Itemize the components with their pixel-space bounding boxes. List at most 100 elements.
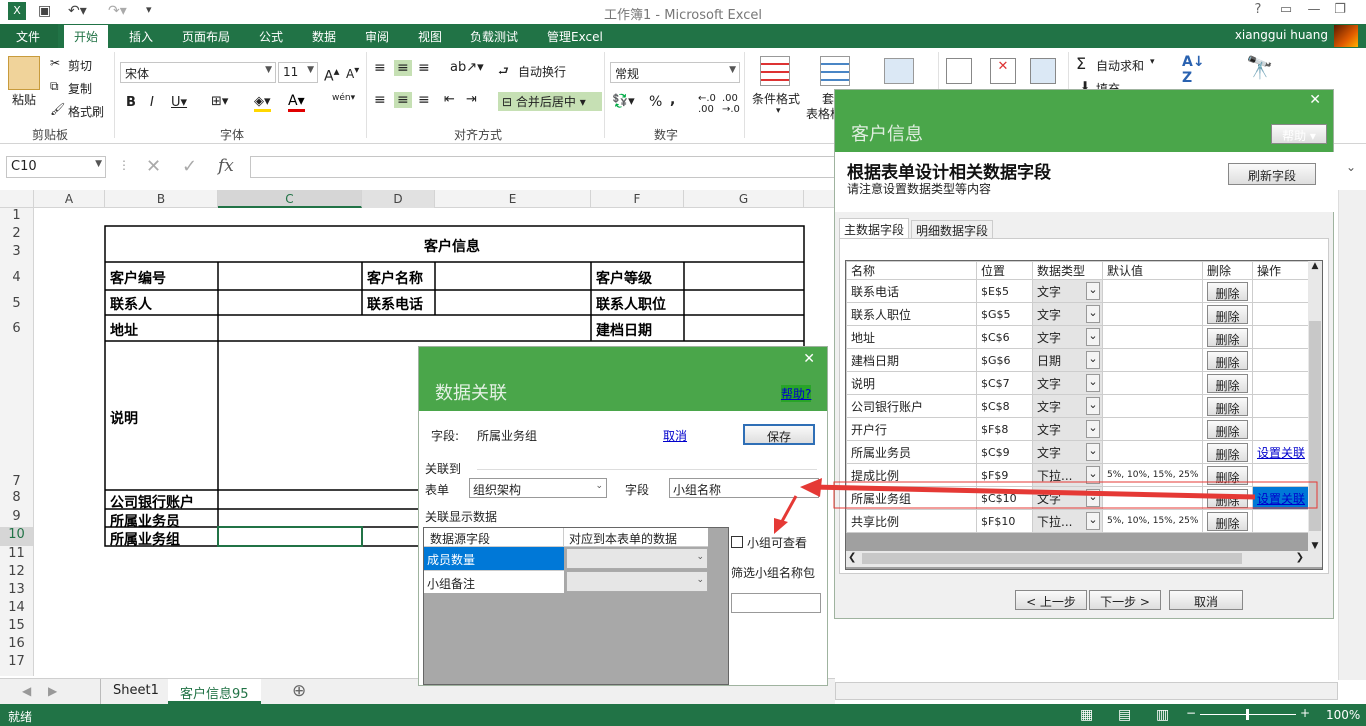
expand-formula-icon[interactable]: ⌄ <box>1346 160 1356 174</box>
chevron-down-icon[interactable]: ⌄ <box>1086 420 1100 438</box>
field-delete-cell[interactable]: 删除 <box>1202 302 1253 326</box>
target-select[interactable]: ⌄ <box>566 571 708 592</box>
source-field-row[interactable]: 小组备注 <box>424 570 564 593</box>
field-position-cell[interactable]: $C$8 <box>976 394 1033 418</box>
field-type-select[interactable]: 文字 ⌄ <box>1032 486 1103 510</box>
form-select[interactable]: 组织架构 ⌄ <box>469 478 607 498</box>
cell-label[interactable]: 地址 <box>110 320 138 340</box>
set-relation-link[interactable]: 设置关联 <box>1252 486 1309 510</box>
set-relation-link[interactable] <box>1252 302 1309 326</box>
column-header-target[interactable]: 对应到本表单的数据 <box>564 528 708 547</box>
set-relation-link[interactable] <box>1252 279 1309 303</box>
minimize-icon[interactable]: — <box>1302 2 1326 17</box>
delete-row-button[interactable]: 删除 <box>1207 304 1248 324</box>
field-name-cell[interactable]: 联系电话 <box>846 279 977 303</box>
field-row[interactable]: 所属业务组 $C$10 文字 ⌄ 删除 设置关联 <box>846 486 1309 510</box>
cell-label[interactable]: 所属业务员 <box>110 511 180 531</box>
prev-step-button[interactable]: < 上一步 <box>1015 590 1087 610</box>
field-type-select[interactable]: 文字 ⌄ <box>1032 325 1103 349</box>
next-step-button[interactable]: 下一步 > <box>1089 590 1161 610</box>
field-row[interactable]: 联系人职位 $G$5 文字 ⌄ 删除 <box>846 302 1309 326</box>
field-default-cell[interactable] <box>1102 302 1203 326</box>
cell-label[interactable]: 客户名称 <box>367 268 423 288</box>
delete-row-button[interactable]: 删除 <box>1207 442 1248 462</box>
field-delete-cell[interactable]: 删除 <box>1202 440 1253 464</box>
chevron-down-icon[interactable]: ⌄ <box>1086 397 1100 415</box>
field-default-cell[interactable] <box>1102 371 1203 395</box>
chevron-down-icon[interactable]: ⌄ <box>1086 466 1100 484</box>
field-position-cell[interactable]: $G$6 <box>976 348 1033 372</box>
user-name[interactable]: xianggui huang <box>1235 28 1328 42</box>
zoom-in-icon[interactable]: + <box>1300 706 1310 720</box>
help-icon[interactable]: ? <box>1246 2 1270 17</box>
column-header-default[interactable]: 默认值 <box>1102 261 1203 280</box>
refresh-fields-button[interactable]: 刷新字段 <box>1228 163 1316 185</box>
field-delete-cell[interactable]: 删除 <box>1202 394 1253 418</box>
set-relation-link[interactable] <box>1252 371 1309 395</box>
field-position-cell[interactable]: $F$10 <box>976 509 1033 533</box>
delete-row-button[interactable]: 删除 <box>1207 350 1248 370</box>
cell-label[interactable]: 建档日期 <box>596 320 652 340</box>
field-row[interactable]: 公司银行账户 $C$8 文字 ⌄ 删除 <box>846 394 1309 418</box>
field-name-cell[interactable]: 公司银行账户 <box>846 394 977 418</box>
filter-input[interactable] <box>731 593 821 613</box>
autosum-icon[interactable]: Σ <box>1076 54 1086 73</box>
field-default-cell[interactable] <box>1102 325 1203 349</box>
delete-row-button[interactable]: 删除 <box>1207 373 1248 393</box>
field-delete-cell[interactable]: 删除 <box>1202 417 1253 441</box>
insert-cells-icon[interactable] <box>946 58 972 84</box>
set-relation-link[interactable]: 设置关联 <box>1252 440 1309 464</box>
column-header-action[interactable]: 操作 <box>1252 261 1309 280</box>
close-icon[interactable]: ✕ <box>1309 92 1321 108</box>
normal-view-icon[interactable]: ▦ <box>1080 707 1093 723</box>
field-name-cell[interactable]: 所属业务员 <box>846 440 977 464</box>
chevron-down-icon[interactable]: ⌄ <box>1086 305 1100 323</box>
zoom-slider-thumb[interactable] <box>1246 709 1249 720</box>
cell-label[interactable]: 联系人职位 <box>596 294 666 314</box>
cell-label[interactable]: 联系电话 <box>367 294 423 314</box>
field-default-cell[interactable] <box>1102 394 1203 418</box>
field-delete-cell[interactable]: 删除 <box>1202 325 1253 349</box>
field-delete-cell[interactable]: 删除 <box>1202 279 1253 303</box>
close-icon[interactable]: ✕ <box>803 351 815 367</box>
field-position-cell[interactable]: $C$9 <box>976 440 1033 464</box>
field-position-cell[interactable]: $F$8 <box>976 417 1033 441</box>
delete-row-button[interactable]: 删除 <box>1207 488 1248 508</box>
cell-label[interactable]: 客户编号 <box>110 268 166 288</box>
fields-grid-vscroll[interactable]: ▲ ▼ <box>1308 261 1322 551</box>
chevron-down-icon[interactable]: ⌄ <box>1086 374 1100 392</box>
set-relation-link[interactable] <box>1252 394 1309 418</box>
field-delete-cell[interactable]: 删除 <box>1202 463 1253 487</box>
cell-styles-icon[interactable] <box>884 58 914 84</box>
chevron-down-icon[interactable]: ⌄ <box>1086 489 1100 507</box>
field-delete-cell[interactable]: 删除 <box>1202 486 1253 510</box>
cell-label[interactable]: 说明 <box>110 408 138 428</box>
set-relation-link[interactable] <box>1252 417 1309 441</box>
delete-row-button[interactable]: 删除 <box>1207 465 1248 485</box>
field2-input[interactable]: 小组名称 <box>669 478 819 498</box>
target-select[interactable]: ⌄ <box>566 548 708 569</box>
cancel-button[interactable]: 取消 <box>1169 590 1243 610</box>
page-layout-icon[interactable]: ▤ <box>1118 707 1131 723</box>
chevron-down-icon[interactable]: ⌄ <box>1086 351 1100 369</box>
chevron-down-icon[interactable]: ⌄ <box>1086 328 1100 346</box>
next-sheet-icon[interactable]: ▶ <box>48 684 57 698</box>
delete-row-button[interactable]: 删除 <box>1207 327 1248 347</box>
restore-icon[interactable]: ❐ <box>1328 2 1352 17</box>
field-row[interactable]: 地址 $C$6 文字 ⌄ 删除 <box>846 325 1309 349</box>
column-header-position[interactable]: 位置 <box>976 261 1033 280</box>
fields-grid-hscroll[interactable]: ❮ ❯ <box>846 551 1322 567</box>
field-default-cell[interactable] <box>1102 417 1203 441</box>
delete-row-button[interactable]: 删除 <box>1207 511 1248 531</box>
add-sheet-icon[interactable]: ⊕ <box>292 681 306 701</box>
save-button[interactable]: 保存 <box>743 424 815 445</box>
field-default-cell[interactable] <box>1102 486 1203 510</box>
horizontal-scrollbar[interactable] <box>835 682 1338 700</box>
zoom-level[interactable]: 100% <box>1326 708 1360 722</box>
tab-detail-fields[interactable]: 明细数据字段 <box>911 220 994 240</box>
field-type-select[interactable]: 文字 ⌄ <box>1032 371 1103 395</box>
field-position-cell[interactable]: $C$6 <box>976 325 1033 349</box>
field-default-cell[interactable] <box>1102 279 1203 303</box>
field-row[interactable]: 所属业务员 $C$9 文字 ⌄ 删除 设置关联 <box>846 440 1309 464</box>
field-name-cell[interactable]: 所属业务组 <box>846 486 977 510</box>
